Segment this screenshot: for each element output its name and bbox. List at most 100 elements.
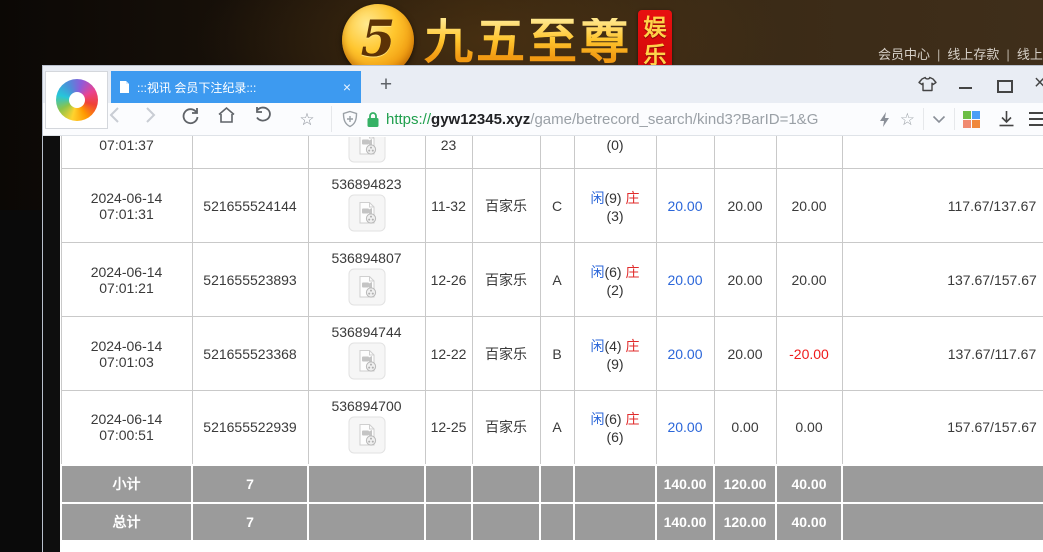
toolbar-divider (923, 108, 924, 130)
cell-seat: C (540, 169, 574, 243)
cell-seat: B (540, 317, 574, 391)
subtotal-winloss: 40.00 (776, 465, 842, 503)
cell-winloss: 20.00 (776, 169, 842, 243)
cell-balance (842, 136, 1043, 169)
subtotal-row: 小计 7 140.00 120.00 40.00 (61, 465, 1043, 503)
cell-seat (540, 136, 574, 169)
cell-winloss: 0.00 (776, 391, 842, 465)
url-domain: gyw12345.xyz (431, 111, 530, 128)
cell-winloss: -20.00 (776, 317, 842, 391)
cell-time: 2024-06-1407:01:21 (61, 243, 192, 317)
tab-close-icon[interactable]: × (341, 79, 353, 95)
cell-bet: (0) (574, 136, 656, 169)
browser-logo (45, 71, 108, 129)
video-file-icon[interactable] (348, 194, 386, 232)
total-row: 总计 7 140.00 120.00 40.00 (61, 503, 1043, 541)
video-file-icon[interactable] (348, 342, 386, 380)
cell-table-no: 12-22 (425, 317, 472, 391)
cell-time: 2024-06-1407:01:31 (61, 169, 192, 243)
bookmark-star-icon[interactable]: ☆ (900, 111, 915, 128)
cell-order: 521655523893 (192, 243, 308, 317)
cell-video: 536894700 (308, 391, 425, 465)
tab-title: :::视讯 会员下注纪录::: (137, 79, 341, 96)
cell-amount: 20.00 (656, 243, 714, 317)
nav-link-withdraw[interactable]: 线上 (1017, 47, 1043, 62)
window-close-button[interactable]: × (1034, 72, 1043, 95)
home-icon[interactable] (217, 106, 253, 132)
url-path: /game/betrecord_search/kind3?BarID=1&G (530, 111, 818, 128)
cell-amount: 20.00 (656, 391, 714, 465)
total-winloss: 40.00 (776, 503, 842, 541)
cell-game: 百家乐 (472, 169, 540, 243)
banner-nav: 会员中心 | 线上存款 | 线上 (878, 44, 1043, 63)
window-maximize-button[interactable] (997, 80, 1013, 93)
cell-video: 536894744 (308, 317, 425, 391)
nav-icons: ☆ (109, 106, 325, 132)
cell-table-no: 23 (425, 136, 472, 169)
lock-icon (366, 111, 380, 128)
nav-link-deposit[interactable]: 线上存款 (947, 47, 999, 62)
download-icon[interactable] (998, 110, 1015, 128)
cell-bet: 闲(9) 庄(3) (574, 169, 656, 243)
nav-link-member-center[interactable]: 会员中心 (878, 47, 930, 62)
video-file-icon[interactable] (348, 268, 386, 306)
new-tab-button[interactable]: + (373, 72, 399, 98)
cell-seat: A (540, 391, 574, 465)
game-number: 536894807 (313, 250, 421, 266)
subtotal-amount: 140.00 (656, 465, 714, 503)
refresh-icon[interactable] (181, 106, 217, 132)
table-row-partial: 07:01:37 23 (0) (61, 136, 1043, 169)
menu-icon[interactable] (1029, 112, 1043, 126)
cell-bet: 闲(6) 庄(2) (574, 243, 656, 317)
total-label: 总计 (61, 503, 192, 541)
cell-video: 536894823 (308, 169, 425, 243)
cell-bet: 闲(6) 庄(6) (574, 391, 656, 465)
video-file-icon[interactable] (348, 416, 386, 454)
cell-video: 536894807 (308, 243, 425, 317)
cell-order: 521655523368 (192, 317, 308, 391)
cell-balance: 157.67/157.67 (842, 391, 1043, 465)
tab-bar: :::视讯 会员下注纪录::: × + × (43, 66, 1043, 103)
cell-valid: 20.00 (714, 243, 776, 317)
browser-window: :::视讯 会员下注纪录::: × + × (42, 65, 1043, 552)
window-minimize-button[interactable] (959, 87, 972, 89)
back-icon[interactable] (109, 106, 145, 132)
cell-valid (714, 136, 776, 169)
url-text[interactable]: https://gyw12345.xyz/game/betrecord_sear… (386, 111, 875, 128)
cell-time: 2024-06-1407:00:51 (61, 391, 192, 465)
total-count: 7 (192, 503, 308, 541)
video-file-icon[interactable] (313, 137, 421, 164)
cell-amount (656, 136, 714, 169)
cell-table-no: 12-26 (425, 243, 472, 317)
apps-grid-icon[interactable] (963, 111, 980, 128)
table-row: 2024-06-1407:00:51 521655522939 53689470… (61, 391, 1043, 465)
cell-valid: 0.00 (714, 391, 776, 465)
cell-time: 07:01:37 (61, 136, 192, 169)
cell-game: 百家乐 (472, 243, 540, 317)
address-bar[interactable]: https://gyw12345.xyz/game/betrecord_sear… (331, 106, 915, 132)
chevron-down-icon[interactable] (932, 115, 946, 124)
game-number: 536894823 (313, 176, 421, 192)
brand-title: 九五至尊 (424, 18, 632, 67)
cell-video (308, 136, 425, 169)
cell-winloss (776, 136, 842, 169)
page-content: 07:01:37 23 (0) 2024-06-1407:01:31 (43, 136, 1043, 552)
table-row: 2024-06-1407:01:31 521655524144 53689482… (61, 169, 1043, 243)
shield-icon[interactable] (342, 110, 358, 128)
table-row: 2024-06-1407:01:21 521655523893 53689480… (61, 243, 1043, 317)
forward-icon[interactable] (145, 106, 181, 132)
lightning-icon[interactable] (879, 111, 890, 128)
cell-table-no: 11-32 (425, 169, 472, 243)
subtotal-count: 7 (192, 465, 308, 503)
tab-bet-record[interactable]: :::视讯 会员下注纪录::: × (111, 71, 361, 103)
game-number: 536894700 (313, 398, 421, 414)
link-separator: | (937, 47, 940, 62)
toolbar-divider (954, 108, 955, 130)
skin-theme-icon[interactable] (917, 76, 938, 92)
cell-time: 2024-06-1407:01:03 (61, 317, 192, 391)
link-separator: | (1006, 47, 1009, 62)
cell-valid: 20.00 (714, 317, 776, 391)
badge-char: 娱 (644, 13, 667, 41)
undo-history-icon[interactable] (253, 106, 289, 132)
favorites-star-icon[interactable]: ☆ (289, 106, 325, 132)
